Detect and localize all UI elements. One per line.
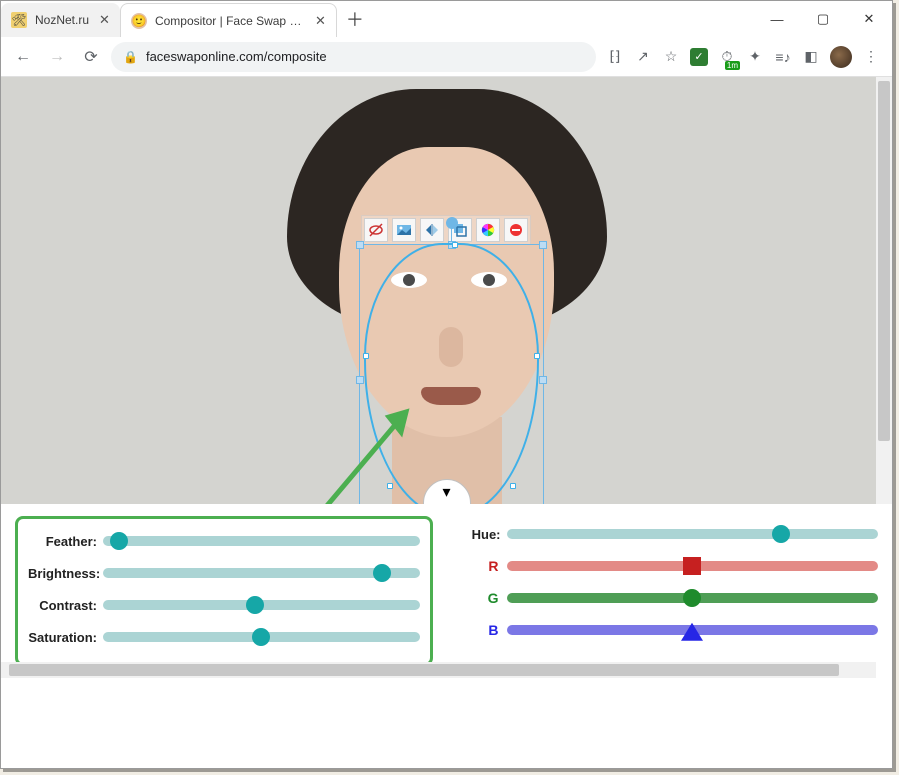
puzzle-icon[interactable]: ✦ — [746, 48, 764, 66]
chevron-down-icon: ▾ — [442, 482, 450, 502]
slider-blue: B — [461, 614, 879, 646]
translate-icon[interactable]: ⁅⁆ — [606, 48, 624, 66]
lock-icon: 🔒 — [123, 50, 138, 64]
resize-handle[interactable] — [539, 376, 547, 384]
reload-button[interactable]: ⟳ — [77, 43, 105, 71]
reading-list-icon[interactable]: ≡♪ — [774, 48, 792, 66]
feather-track[interactable] — [103, 536, 420, 546]
resize-handle[interactable] — [356, 376, 364, 384]
tab-strip: 🛠 NozNet.ru ✕ 🙂 Compositor | Face Swap O… — [1, 1, 754, 37]
new-tab-button[interactable]: ＋ — [341, 5, 369, 33]
url-text: faceswaponline.com/composite — [146, 49, 327, 64]
face-icon: 🙂 — [131, 13, 147, 29]
contrast-label: Contrast: — [28, 598, 103, 613]
hue-thumb[interactable] — [772, 525, 790, 543]
horizontal-scrollbar[interactable] — [1, 662, 876, 678]
hue-track[interactable] — [507, 529, 879, 539]
saturation-label: Saturation: — [28, 630, 103, 645]
tab-title: NozNet.ru — [35, 13, 89, 27]
resize-handle[interactable] — [356, 241, 364, 249]
clear-selection-button[interactable] — [364, 218, 388, 242]
blue-label: B — [461, 622, 507, 638]
check-icon[interactable]: ✓ — [690, 48, 708, 66]
titlebar: 🛠 NozNet.ru ✕ 🙂 Compositor | Face Swap O… — [1, 1, 892, 37]
maximize-button[interactable]: ▢ — [800, 1, 846, 37]
close-window-button[interactable]: ✕ — [846, 1, 892, 37]
feather-label: Feather: — [28, 534, 103, 549]
red-track[interactable] — [507, 561, 879, 571]
url-input[interactable]: 🔒 faceswaponline.com/composite — [111, 42, 596, 72]
vertical-scrollbar[interactable] — [876, 77, 892, 504]
share-icon[interactable]: ↗ — [634, 48, 652, 66]
resize-handle[interactable] — [539, 241, 547, 249]
window-controls: — ▢ ✕ — [754, 1, 892, 37]
address-bar: ← → ⟳ 🔒 faceswaponline.com/composite ⁅⁆ … — [1, 37, 892, 77]
feather-thumb[interactable] — [110, 532, 128, 550]
rotate-handle[interactable] — [446, 217, 458, 229]
menu-icon[interactable]: ⋮ — [862, 48, 880, 66]
blue-track[interactable] — [507, 625, 879, 635]
hue-label: Hue: — [461, 527, 507, 542]
extensions: ⁅⁆ ↗ ☆ ✓ ⏱1m ✦ ≡♪ ◧ ⋮ — [602, 46, 884, 68]
bookmark-icon[interactable]: ☆ — [662, 48, 680, 66]
image-button[interactable] — [392, 218, 416, 242]
sidepanel-icon[interactable]: ◧ — [802, 48, 820, 66]
slider-green: G — [461, 582, 879, 614]
slider-red: R — [461, 550, 879, 582]
left-sliders: Feather: Brightness: Contrast: Saturatio… — [1, 512, 447, 670]
tab-noznet[interactable]: 🛠 NozNet.ru ✕ — [1, 3, 120, 37]
brightness-track[interactable] — [103, 568, 420, 578]
red-label: R — [461, 558, 507, 574]
green-label: G — [461, 590, 507, 606]
close-icon[interactable]: ✕ — [315, 13, 326, 29]
page-content: ▾ Feather: Brightness: Contrast: — [1, 77, 892, 768]
profile-avatar[interactable] — [830, 46, 852, 68]
slider-hue: Hue: — [461, 518, 879, 550]
slider-contrast: Contrast: — [28, 589, 420, 621]
flip-horizontal-button[interactable] — [420, 218, 444, 242]
delete-button[interactable] — [504, 218, 528, 242]
right-sliders: Hue: R G B — [447, 512, 893, 670]
forward-button[interactable]: → — [43, 43, 71, 71]
tab-title: Compositor | Face Swap Online — [155, 14, 305, 28]
back-button[interactable]: ← — [9, 43, 37, 71]
contrast-track[interactable] — [103, 600, 420, 610]
canvas-area[interactable]: ▾ — [1, 77, 892, 504]
green-track[interactable] — [507, 593, 879, 603]
slider-brightness: Brightness: — [28, 557, 420, 589]
slider-feather: Feather: — [28, 525, 420, 557]
saturation-thumb[interactable] — [252, 628, 270, 646]
browser-window: 🛠 NozNet.ru ✕ 🙂 Compositor | Face Swap O… — [0, 0, 893, 769]
tab-compositor[interactable]: 🙂 Compositor | Face Swap Online ✕ — [120, 3, 337, 37]
slider-saturation: Saturation: — [28, 621, 420, 653]
highlight-box: Feather: Brightness: Contrast: Saturatio… — [15, 516, 433, 666]
brightness-label: Brightness: — [28, 566, 103, 581]
selection-box[interactable] — [359, 244, 544, 516]
red-thumb[interactable] — [683, 557, 701, 575]
saturation-track[interactable] — [103, 632, 420, 642]
contrast-thumb[interactable] — [246, 596, 264, 614]
wrench-icon: 🛠 — [11, 12, 27, 28]
resize-handle[interactable] — [448, 241, 456, 249]
brightness-thumb[interactable] — [373, 564, 391, 582]
blue-thumb[interactable] — [681, 623, 703, 641]
green-thumb[interactable] — [683, 589, 701, 607]
close-icon[interactable]: ✕ — [99, 12, 110, 28]
minimize-button[interactable]: — — [754, 1, 800, 37]
timer-icon[interactable]: ⏱1m — [718, 48, 736, 66]
color-wheel-button[interactable] — [476, 218, 500, 242]
